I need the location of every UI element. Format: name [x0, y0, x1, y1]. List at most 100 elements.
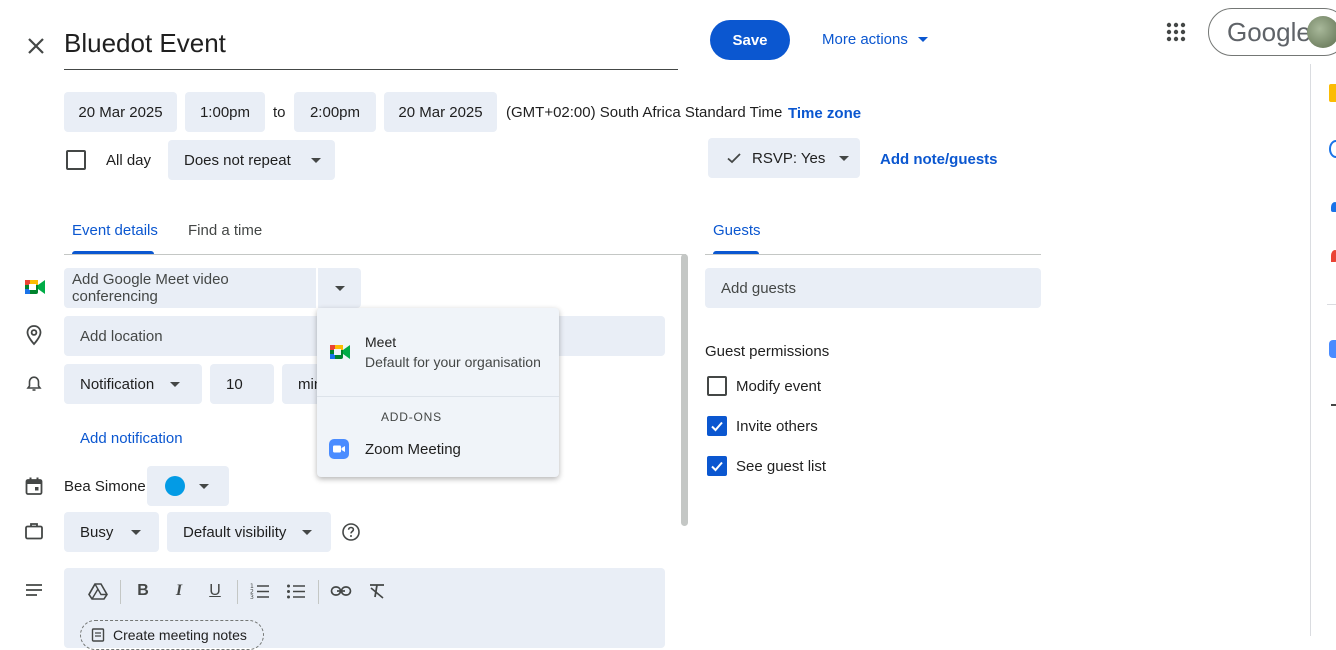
- location-placeholder: Add location: [80, 327, 163, 345]
- calendar-icon: [24, 476, 44, 496]
- more-actions-label: More actions: [822, 30, 908, 48]
- close-button[interactable]: [22, 32, 50, 60]
- chevron-down-icon: [839, 155, 850, 161]
- chevron-down-icon: [334, 285, 345, 291]
- meet-option[interactable]: Meet Default for your organisation: [317, 308, 559, 396]
- menu-divider: [317, 396, 559, 397]
- visibility-value: Default visibility: [183, 523, 287, 541]
- modify-event-checkbox[interactable]: [707, 376, 727, 396]
- notes-icon: [91, 628, 105, 642]
- end-date-label: 20 Mar 2025: [398, 103, 483, 121]
- contacts-icon[interactable]: [1331, 202, 1336, 212]
- busy-dropdown[interactable]: Busy: [64, 512, 159, 552]
- tab-find-a-time-label: Find a time: [188, 222, 263, 239]
- panel-divider: [1327, 304, 1336, 305]
- tab-guests-label: Guests: [713, 222, 761, 239]
- toolbar-divider: [318, 580, 319, 604]
- bold-icon[interactable]: B: [132, 580, 154, 602]
- add-notification-link[interactable]: Add notification: [80, 430, 183, 447]
- numbered-list-icon[interactable]: 123: [249, 580, 271, 602]
- google-meet-icon: [329, 343, 351, 361]
- drive-icon[interactable]: [87, 580, 109, 602]
- calendar-color-swatch: [165, 476, 185, 496]
- chevron-down-icon: [131, 529, 142, 535]
- timezone-link[interactable]: Time zone: [788, 105, 861, 122]
- addons-header: ADD-ONS: [381, 410, 442, 424]
- add-note-guests-link[interactable]: Add note/guests: [880, 151, 998, 168]
- see-guest-list-label: See guest list: [736, 458, 827, 475]
- start-date-label: 20 Mar 2025: [78, 103, 163, 121]
- clear-formatting-icon[interactable]: [366, 580, 388, 602]
- side-panel: [1310, 64, 1336, 636]
- add-guests-placeholder: Add guests: [721, 279, 797, 297]
- zoom-addon-icon[interactable]: [1329, 340, 1336, 358]
- title-input[interactable]: Bluedot Event: [64, 22, 678, 70]
- briefcase-icon: [24, 521, 44, 541]
- scrollbar[interactable]: [681, 254, 688, 526]
- start-time-label: 1:00pm: [199, 103, 251, 121]
- notification-type-dropdown[interactable]: Notification: [64, 364, 202, 404]
- create-meeting-notes-button[interactable]: Create meeting notes: [80, 620, 264, 650]
- save-button[interactable]: Save: [710, 20, 790, 60]
- bulleted-list-icon[interactable]: [285, 580, 307, 602]
- busy-value: Busy: [80, 523, 114, 541]
- toolbar-divider: [120, 580, 121, 604]
- help-button[interactable]: [341, 522, 361, 542]
- invite-others-label: Invite others: [736, 418, 818, 435]
- apps-button[interactable]: [1164, 20, 1188, 44]
- repeat-value: Does not repeat: [184, 151, 291, 169]
- tab-find-a-time[interactable]: Find a time: [180, 214, 280, 254]
- add-guests-input[interactable]: Add guests: [705, 268, 1041, 308]
- rsvp-dropdown[interactable]: RSVP: Yes: [708, 138, 860, 178]
- tab-event-details-label: Event details: [72, 222, 158, 239]
- all-day-label: All day: [106, 152, 152, 169]
- google-meet-icon: [24, 278, 46, 296]
- meet-option-subtitle: Default for your organisation: [365, 354, 541, 370]
- help-icon: [342, 523, 360, 541]
- zoom-option[interactable]: Zoom Meeting: [317, 432, 559, 468]
- keep-icon[interactable]: [1329, 84, 1336, 102]
- chevron-down-icon: [917, 36, 928, 42]
- close-icon: [28, 38, 44, 54]
- chevron-down-icon: [302, 529, 313, 535]
- meet-conferencing-button[interactable]: Add Google Meet video conferencing: [64, 268, 316, 308]
- guest-permissions-title: Guest permissions: [705, 343, 830, 360]
- check-icon: [711, 421, 723, 432]
- meet-conferencing-label: Add Google Meet video conferencing: [72, 271, 229, 305]
- start-time-button[interactable]: 1:00pm: [185, 92, 265, 132]
- modify-event-label: Modify event: [736, 378, 822, 395]
- zoom-option-label: Zoom Meeting: [365, 441, 461, 458]
- tab-event-details[interactable]: Event details: [64, 214, 164, 254]
- all-day-checkbox[interactable]: [66, 150, 86, 170]
- google-account-button[interactable]: Google: [1208, 8, 1336, 56]
- end-date-button[interactable]: 20 Mar 2025: [384, 92, 497, 132]
- location-pin-icon: [24, 324, 44, 346]
- chevron-down-icon: [310, 157, 321, 163]
- visibility-dropdown[interactable]: Default visibility: [167, 512, 331, 552]
- calendar-color-dropdown[interactable]: [147, 466, 229, 506]
- end-time-button[interactable]: 2:00pm: [294, 92, 376, 132]
- maps-icon[interactable]: [1331, 250, 1336, 262]
- more-actions-button[interactable]: More actions: [822, 28, 928, 50]
- timezone-text: (GMT+02:00) South Africa Standard Time: [506, 104, 783, 121]
- end-time-label: 2:00pm: [309, 103, 361, 121]
- repeat-dropdown[interactable]: Does not repeat: [168, 140, 335, 180]
- tab-guests[interactable]: Guests: [705, 214, 785, 254]
- avatar: [1307, 16, 1336, 48]
- underline-icon[interactable]: U: [204, 580, 226, 602]
- chevron-down-icon: [199, 483, 209, 489]
- link-icon[interactable]: [330, 580, 352, 602]
- see-guest-list-checkbox[interactable]: [707, 456, 727, 476]
- start-date-button[interactable]: 20 Mar 2025: [64, 92, 177, 132]
- zoom-icon: [329, 439, 349, 459]
- tasks-icon[interactable]: [1329, 140, 1336, 158]
- conferencing-menu: Meet Default for your organisation ADD-O…: [317, 308, 559, 477]
- add-addon-icon[interactable]: [1331, 404, 1336, 406]
- event-title: Bluedot Event: [64, 28, 226, 58]
- notification-value-input[interactable]: 10: [210, 364, 274, 404]
- invite-others-checkbox[interactable]: [707, 416, 727, 436]
- italic-icon[interactable]: I: [168, 580, 190, 602]
- to-label: to: [273, 104, 286, 121]
- calendar-owner-name: Bea Simone: [64, 478, 146, 495]
- conferencing-dropdown-button[interactable]: [318, 268, 361, 308]
